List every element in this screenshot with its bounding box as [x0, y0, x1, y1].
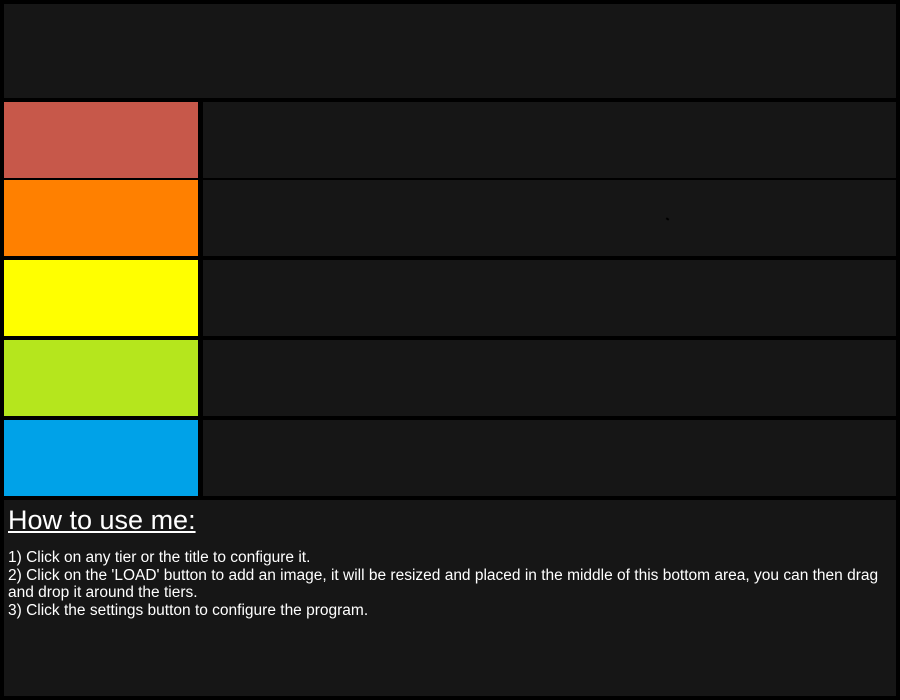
tier-drop-area-4[interactable]	[203, 340, 896, 416]
tier-list-title[interactable]	[4, 4, 896, 98]
tier-row-1	[4, 102, 896, 178]
tier-label-4[interactable]	[4, 340, 198, 416]
help-step-3: 3) Click the settings button to configur…	[8, 601, 369, 619]
help-step-1: 1) Click on any tier or the title to con…	[8, 549, 311, 566]
tier-list-app: How to use me: 1) Click on any tier or t…	[0, 0, 900, 700]
tier-label-1[interactable]	[4, 102, 198, 178]
tier-label-2[interactable]	[4, 180, 198, 256]
tier-row-4	[4, 340, 896, 416]
tier-drop-area-3[interactable]	[203, 260, 896, 336]
help-heading: How to use me:	[8, 505, 196, 535]
tier-row-3	[4, 260, 896, 336]
tier-drop-area-2[interactable]	[203, 180, 896, 256]
tier-label-5[interactable]	[4, 420, 198, 496]
help-instructions: 1) Click on any tier or the title to con…	[8, 549, 888, 619]
tier-row-5	[4, 420, 896, 496]
tier-row-2	[4, 180, 896, 256]
tier-drop-area-1[interactable]	[203, 102, 896, 178]
tier-drop-area-5[interactable]	[203, 420, 896, 496]
image-staging-area[interactable]: How to use me: 1) Click on any tier or t…	[4, 500, 896, 696]
tier-label-3[interactable]	[4, 260, 198, 336]
help-step-2: 2) Click on the 'LOAD' button to add an …	[8, 566, 879, 602]
